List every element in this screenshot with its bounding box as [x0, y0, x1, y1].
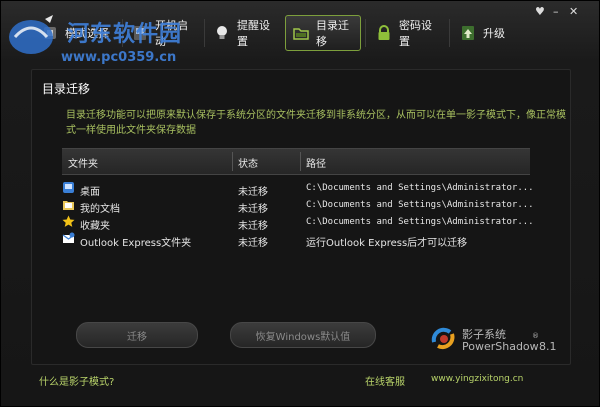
- row-folder-name: 我的文档: [80, 204, 120, 215]
- column-header-status[interactable]: 状态: [238, 155, 258, 170]
- tab-password[interactable]: 密码设置: [369, 15, 447, 51]
- column-divider[interactable]: [300, 152, 301, 171]
- row-status: 未迁移: [238, 238, 268, 249]
- table-row[interactable]: 我的文档 未迁移 C:\Documents and Settings\Admin…: [62, 197, 534, 215]
- brand-registered-mark: ®: [532, 332, 539, 340]
- column-header-folder[interactable]: 文件夹: [68, 155, 98, 170]
- outlook-icon: [62, 232, 75, 245]
- brand-version: 8.1: [539, 340, 557, 353]
- tab-upgrade-label: 升级: [483, 27, 505, 40]
- folder-table: 文件夹 状态 路径 桌面 未迁移 C:\Documents and Settin…: [62, 148, 534, 249]
- panel-description: 目录迁移功能可以把原来默认保存于系统分区的文件夹迁移到非系统分区，从而可以在单一…: [66, 110, 566, 136]
- row-status: 未迁移: [238, 187, 268, 198]
- watermark-logo-icon: [5, 11, 61, 61]
- row-status: 未迁移: [238, 204, 268, 215]
- row-folder-name: Outlook Express文件夹: [80, 238, 192, 249]
- table-row[interactable]: Outlook Express文件夹 未迁移 运行Outlook Express…: [62, 231, 530, 249]
- tab-upgrade[interactable]: 升级: [453, 15, 513, 51]
- table-header: 文件夹 状态 路径: [62, 148, 530, 175]
- brand-name-en: PowerShadow: [462, 340, 539, 353]
- powershadow-logo-icon: [430, 324, 460, 356]
- column-divider[interactable]: [232, 152, 233, 171]
- desktop-icon: [62, 181, 75, 194]
- tab-password-label: 密码设置: [399, 19, 432, 48]
- row-folder-name: 桌面: [80, 187, 100, 198]
- documents-icon: [62, 198, 75, 211]
- bulb-icon: [213, 24, 231, 42]
- website-link[interactable]: www.yingzixitong.cn: [431, 374, 523, 384]
- toolbar-divider: [449, 19, 450, 47]
- tab-directory-migration-label: 目录迁移: [316, 19, 349, 48]
- migrate-button[interactable]: 迁移: [76, 322, 198, 348]
- table-row[interactable]: 收藏夹 未迁移 C:\Documents and Settings\Admini…: [62, 214, 534, 232]
- row-path: 运行Outlook Express后才可以迁移: [306, 238, 468, 249]
- toolbar-divider: [204, 19, 205, 47]
- tab-directory-migration[interactable]: 目录迁移: [285, 15, 361, 51]
- upgrade-icon: [459, 24, 477, 42]
- restore-defaults-button[interactable]: 恢复Windows默认值: [230, 322, 376, 348]
- row-path: C:\Documents and Settings\Administrator.…: [306, 217, 534, 227]
- toolbar-divider: [365, 19, 366, 47]
- column-header-path[interactable]: 路径: [306, 155, 326, 170]
- watermark-site-name: 河东软件园: [67, 22, 183, 47]
- watermark-url: www.pc0359.cn: [61, 50, 177, 65]
- online-support-link[interactable]: 在线客服: [365, 373, 405, 388]
- tab-reminder-label: 提醒设置: [237, 19, 270, 48]
- row-folder-name: 收藏夹: [80, 221, 110, 232]
- row-path: C:\Documents and Settings\Administrator.…: [306, 183, 534, 193]
- table-row[interactable]: 桌面 未迁移 C:\Documents and Settings\Adminis…: [62, 180, 534, 198]
- what-is-shadow-mode-link[interactable]: 什么是影子模式?: [39, 373, 114, 388]
- directory-migration-panel: 目录迁移 目录迁移功能可以把原来默认保存于系统分区的文件夹迁移到非系统分区，从而…: [31, 69, 571, 365]
- row-path: C:\Documents and Settings\Administrator.…: [306, 200, 534, 210]
- lock-icon: [375, 24, 393, 42]
- panel-title: 目录迁移: [42, 82, 91, 96]
- star-icon: [62, 215, 75, 228]
- folder-icon: [292, 24, 310, 42]
- tab-reminder[interactable]: 提醒设置: [207, 15, 283, 51]
- app-window: ♥ – ✕ 模式选择 开机启动 提醒设置 目录迁移 密码设置 升级 河东软件园 …: [0, 0, 600, 407]
- row-status: 未迁移: [238, 221, 268, 232]
